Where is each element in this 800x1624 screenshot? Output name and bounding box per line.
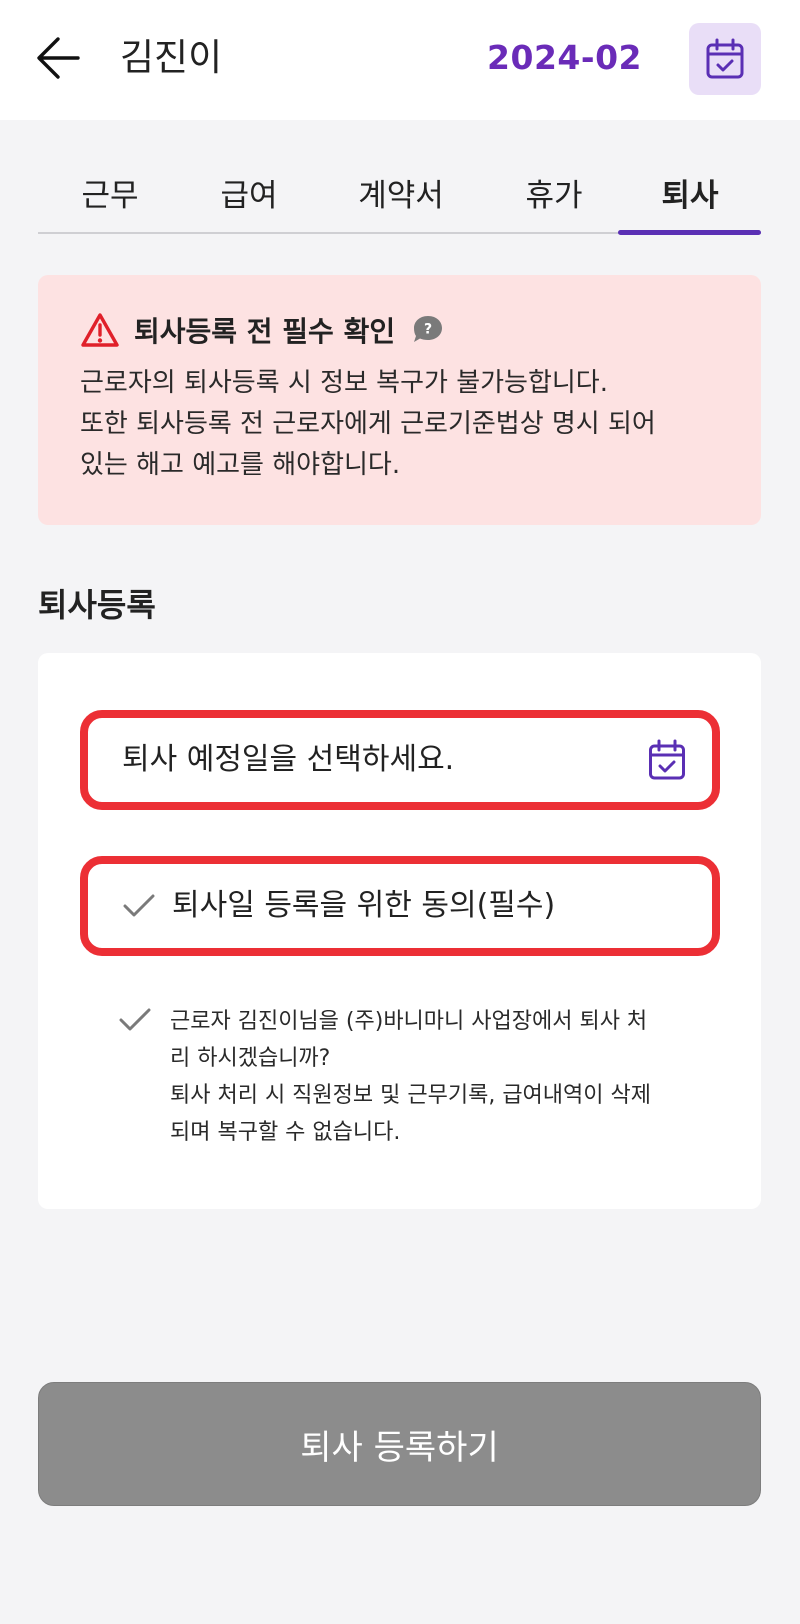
info-line: 되며 복구할 수 없습니다.: [170, 1120, 401, 1145]
check-icon[interactable]: [118, 1005, 152, 1035]
active-tab-indicator: [618, 230, 761, 235]
tab-vacation[interactable]: 휴가: [484, 150, 624, 234]
notice-body: 근로자의 퇴사등록 시 정보 복구가 불가능합니다. 또한 퇴사등록 전 근로자…: [80, 363, 740, 486]
app-header: 김진이 2024-02: [0, 0, 800, 120]
page-title: 김진이: [120, 36, 223, 79]
back-button[interactable]: [34, 30, 84, 86]
tab-bar: 근무 급여 계약서 휴가 퇴사: [38, 150, 761, 235]
resignation-form-card: 퇴사 예정일을 선택하세요. 퇴사일 등록을 위한 동의(필수) 근로자 김진이…: [38, 653, 761, 1209]
arrow-left-icon: [37, 37, 80, 79]
warning-triangle-icon: [81, 313, 119, 347]
resignation-notice: 퇴사등록 전 필수 확인 ? 근로자의 퇴사등록 시 정보 복구가 불가능합니다…: [38, 275, 761, 525]
notice-line: 또한 퇴사등록 전 근로자에게 근로기준법상 명시 되어: [80, 409, 656, 439]
notice-line: 있는 해고 예고를 해야합니다.: [80, 450, 401, 480]
tab-work[interactable]: 근무: [40, 150, 180, 234]
info-line: 리 하시겠습니까?: [170, 1046, 331, 1071]
calendar-button[interactable]: [689, 23, 761, 95]
svg-text:?: ?: [424, 322, 432, 338]
calendar-check-icon: [649, 739, 685, 780]
section-title: 퇴사등록: [38, 586, 156, 624]
notice-title: 퇴사등록 전 필수 확인: [134, 315, 396, 348]
month-selector[interactable]: 2024-02: [487, 32, 642, 84]
date-placeholder: 퇴사 예정일을 선택하세요.: [122, 742, 455, 777]
info-line: 퇴사 처리 시 직원정보 및 근무기록, 급여내역이 삭제: [170, 1083, 651, 1108]
resignation-info-text: 근로자 김진이님을 (주)바니마니 사업장에서 퇴사 처 리 하시겠습니까? 퇴…: [170, 1003, 710, 1151]
resignation-date-field[interactable]: 퇴사 예정일을 선택하세요.: [80, 710, 720, 810]
consent-label: 퇴사일 등록을 위한 동의(필수): [172, 888, 556, 923]
info-line: 근로자 김진이님을 (주)바니마니 사업장에서 퇴사 처: [170, 1009, 648, 1034]
calendar-check-icon: [706, 38, 744, 79]
tab-salary[interactable]: 급여: [179, 150, 319, 234]
register-resignation-button[interactable]: 퇴사 등록하기: [38, 1382, 761, 1506]
consent-checkbox[interactable]: 퇴사일 등록을 위한 동의(필수): [80, 856, 720, 956]
help-bubble-icon[interactable]: ?: [411, 314, 445, 346]
notice-line: 근로자의 퇴사등록 시 정보 복구가 불가능합니다.: [80, 368, 608, 398]
check-icon: [123, 894, 155, 917]
notice-header: 퇴사등록 전 필수 확인 ?: [80, 309, 445, 351]
tab-resignation[interactable]: 퇴사: [620, 150, 760, 234]
tab-contract[interactable]: 계약서: [331, 150, 471, 234]
